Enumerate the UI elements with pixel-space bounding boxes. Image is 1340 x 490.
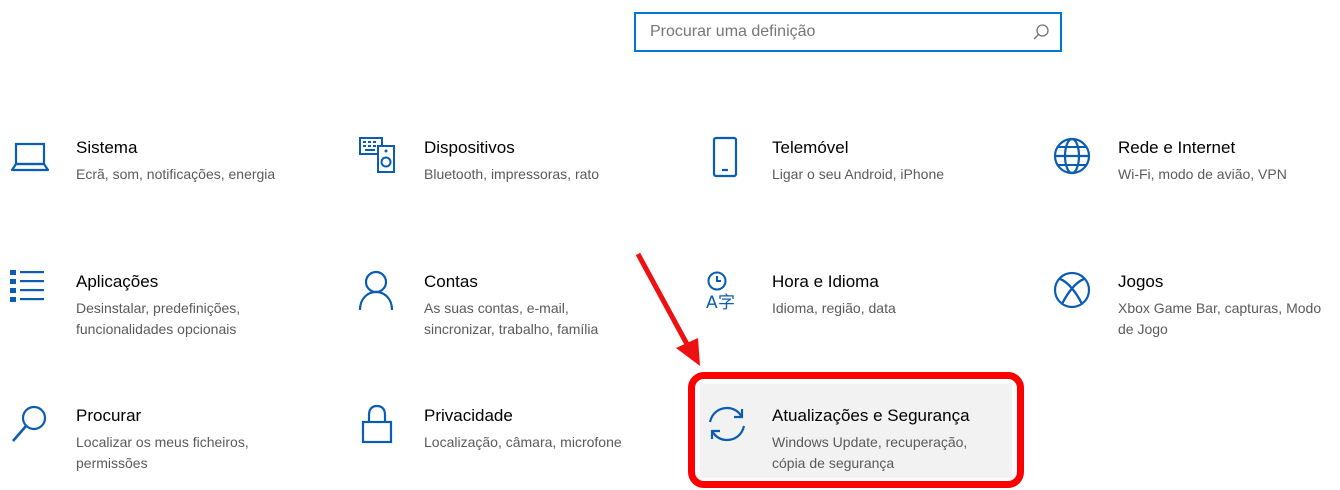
- tile-description: Bluetooth, impressoras, rato: [424, 166, 600, 182]
- tile-jogos[interactable]: Jogos Xbox Game Bar, capturas, Modo de J…: [1052, 270, 1338, 360]
- search-input[interactable]: [636, 14, 1030, 50]
- tile-title: Contas: [424, 272, 478, 291]
- tile-description: Idioma, região, data: [772, 300, 896, 316]
- search-icon: [12, 405, 47, 442]
- phone-icon: [712, 136, 738, 178]
- person-icon: [358, 270, 394, 311]
- lock-icon: [361, 404, 393, 444]
- tile-dispositivos[interactable]: Dispositivos Bluetooth, impressoras, rat…: [358, 136, 658, 226]
- tile-title: Hora e Idioma: [772, 272, 879, 291]
- tile-title: Telemóvel: [772, 138, 849, 157]
- tile-title: Dispositivos: [424, 138, 515, 157]
- tile-description: Localizar os meus ficheiros, permissões: [76, 434, 249, 471]
- tile-atualizacoes-seguranca[interactable]: Atualizações e Segurança Windows Update,…: [706, 404, 1006, 490]
- tile-contas[interactable]: Contas As suas contas, e-mail, sincroniz…: [358, 270, 658, 360]
- tile-description: As suas contas, e-mail, sincronizar, tra…: [424, 300, 599, 337]
- xbox-icon: [1053, 271, 1091, 309]
- settings-home: Sistema Ecrã, som, notificações, energia…: [0, 0, 1340, 490]
- svg-text:A: A: [706, 293, 718, 313]
- tile-sistema[interactable]: Sistema Ecrã, som, notificações, energia: [10, 136, 310, 226]
- tile-description: Desinstalar, predefinições, funcionalida…: [76, 300, 241, 337]
- tile-description: Ligar o seu Android, iPhone: [772, 166, 945, 182]
- tile-title: Sistema: [76, 138, 138, 157]
- tile-title: Rede e Internet: [1118, 138, 1236, 157]
- tile-procurar[interactable]: Procurar Localizar os meus ficheiros, pe…: [10, 404, 310, 490]
- tile-title: Procurar: [76, 406, 142, 425]
- tile-description: Ecrã, som, notificações, energia: [76, 166, 276, 182]
- keyboard-speaker-icon: [359, 137, 395, 173]
- search-box[interactable]: [634, 12, 1062, 52]
- tile-rede-internet[interactable]: Rede e Internet Wi-Fi, modo de avião, VP…: [1052, 136, 1338, 226]
- sync-icon: [708, 406, 746, 442]
- tile-title: Aplicações: [76, 272, 159, 291]
- tile-description: Localização, câmara, microfone: [424, 434, 622, 450]
- tile-description: Wi-Fi, modo de avião, VPN: [1118, 166, 1287, 182]
- globe-icon: [1053, 137, 1091, 175]
- search-icon[interactable]: [1032, 23, 1050, 41]
- tile-aplicacoes[interactable]: Aplicações Desinstalar, predefinições, f…: [10, 270, 310, 360]
- tile-description: Windows Update, recuperação, cópia de se…: [772, 434, 968, 471]
- time-language-icon: A 字: [706, 271, 735, 313]
- svg-text:字: 字: [718, 293, 735, 313]
- tile-telemovel[interactable]: Telemóvel Ligar o seu Android, iPhone: [706, 136, 1006, 226]
- laptop-icon: [10, 142, 50, 172]
- tile-privacidade[interactable]: Privacidade Localização, câmara, microfo…: [358, 404, 658, 490]
- tile-hora-idioma[interactable]: A 字 Hora e Idioma Idioma, região, data: [706, 270, 1006, 360]
- tile-description: Xbox Game Bar, capturas, Modo de Jogo: [1118, 300, 1322, 337]
- apps-list-icon: [10, 270, 44, 302]
- tile-title: Privacidade: [424, 406, 513, 425]
- tile-title: Atualizações e Segurança: [772, 406, 970, 425]
- tile-title: Jogos: [1118, 272, 1164, 291]
